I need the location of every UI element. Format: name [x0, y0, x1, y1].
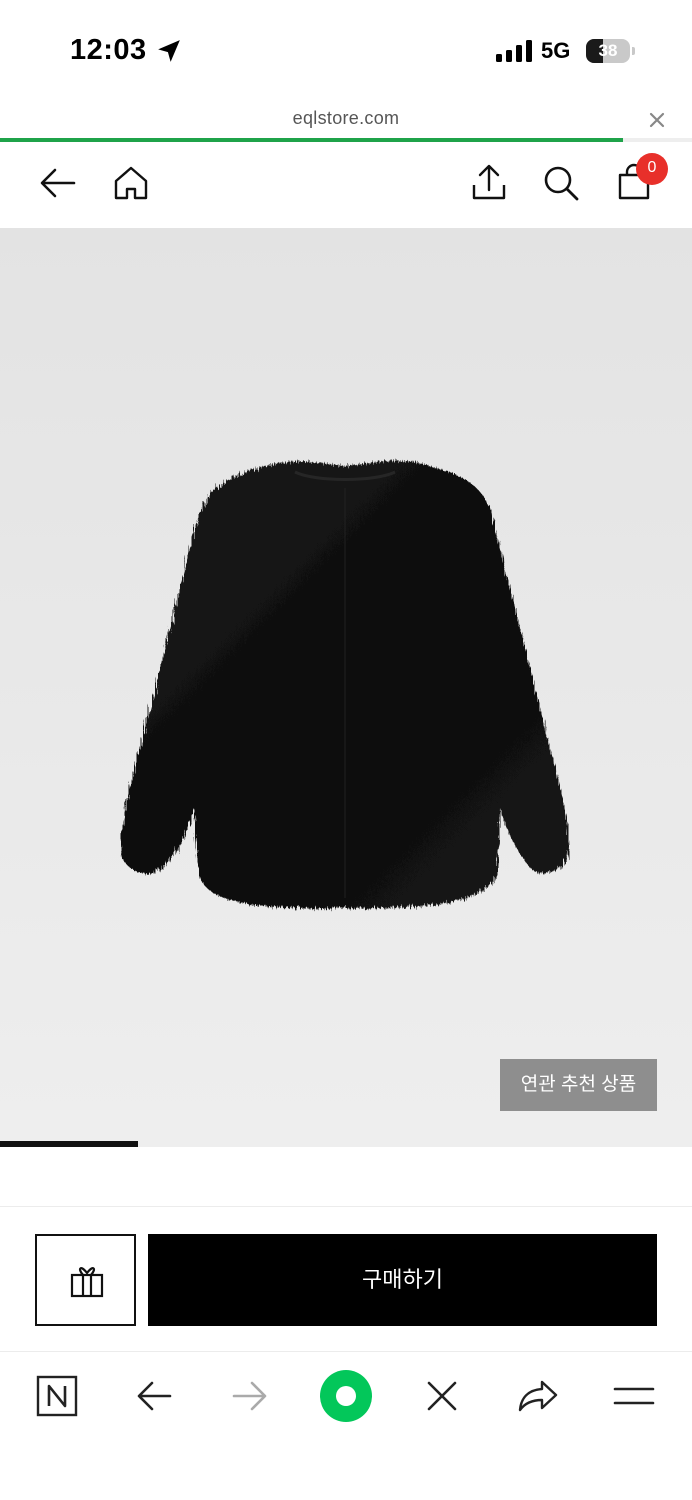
menu-icon[interactable]: [612, 1374, 656, 1418]
share-arrow-icon[interactable]: [516, 1374, 560, 1418]
battery-icon: 38: [586, 39, 635, 63]
carousel-progress: [0, 1141, 692, 1147]
product-image-carousel[interactable]: 연관 추천 상품: [0, 228, 692, 1143]
cart-count-badge: 0: [636, 153, 668, 185]
related-products-button[interactable]: 연관 추천 상품: [500, 1059, 657, 1111]
location-arrow-icon: [158, 40, 180, 62]
close-icon[interactable]: [420, 1374, 464, 1418]
back-arrow-icon[interactable]: [132, 1374, 176, 1418]
signal-bars-icon: [496, 40, 532, 62]
naver-n-icon[interactable]: [35, 1374, 79, 1418]
back-arrow-icon[interactable]: [38, 163, 78, 203]
green-home-dot-icon[interactable]: [318, 1368, 374, 1424]
forward-arrow-icon[interactable]: [228, 1374, 272, 1418]
gift-button[interactable]: [35, 1234, 136, 1326]
home-icon[interactable]: [111, 163, 151, 203]
status-bar: 12:03 5G 38: [0, 0, 692, 100]
search-icon[interactable]: [541, 163, 581, 203]
carousel-indicator: [0, 1141, 139, 1147]
network-type: 5G: [541, 38, 571, 63]
buy-button[interactable]: 구매하기: [148, 1234, 657, 1326]
share-upload-icon[interactable]: [469, 163, 509, 203]
browser-toolbar: [0, 1352, 692, 1500]
url-text[interactable]: eqlstore.com: [0, 108, 692, 129]
url-bar[interactable]: eqlstore.com: [0, 100, 692, 140]
app-header: [0, 142, 692, 228]
gift-icon: [70, 1267, 104, 1298]
close-icon[interactable]: [645, 108, 669, 132]
status-time: 12:03: [70, 34, 147, 66]
divider: [0, 1206, 692, 1207]
battery-percent: 38: [598, 41, 618, 60]
product-image: [121, 460, 569, 909]
